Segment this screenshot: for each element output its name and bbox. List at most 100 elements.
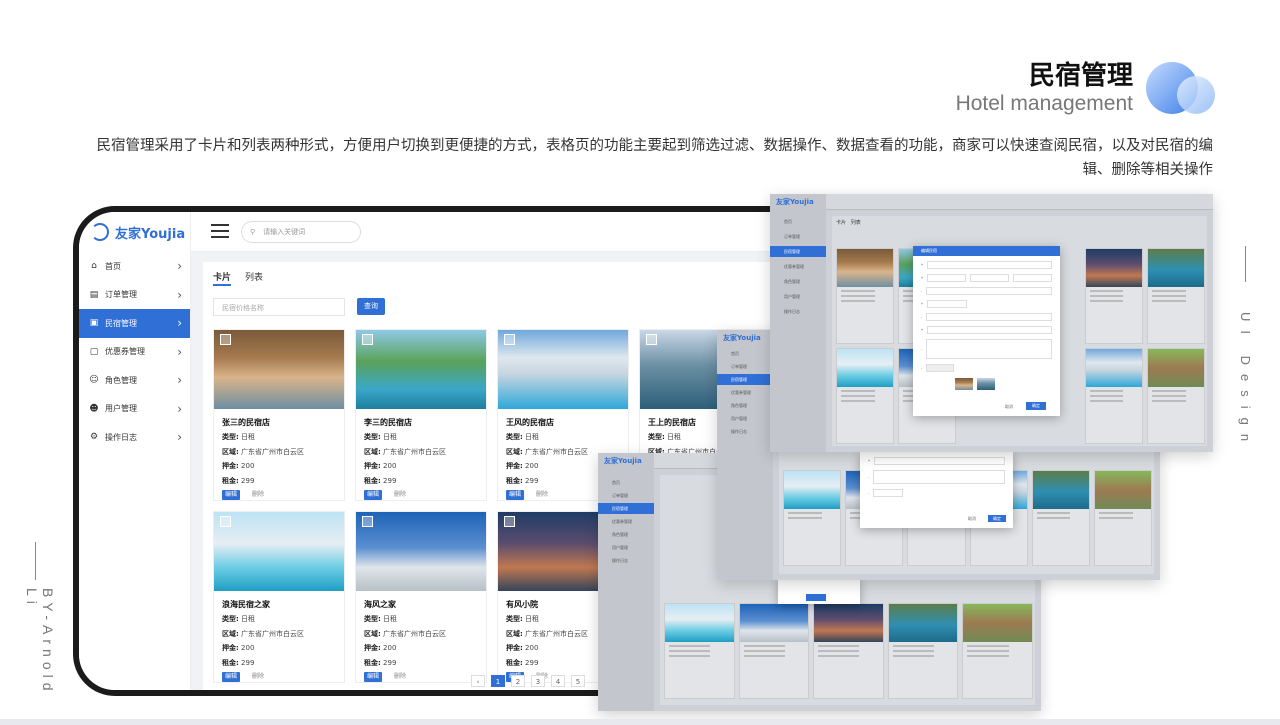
preview-topbar [770,194,1213,210]
hotel-name: 王风的民宿店 [506,418,554,427]
preview-edit-modal: 编辑民宿 * * · * · * · · 取消 确定 [913,246,1060,416]
hamburger-icon[interactable] [211,224,229,238]
hotel-image [356,330,486,409]
page-button[interactable]: 1 [491,675,505,687]
coupon-icon: ▢ [89,346,99,357]
search-input[interactable]: ⚲ 请输入关键词 [241,221,361,243]
delete-button[interactable]: 删除 [394,672,406,682]
divider [35,542,36,580]
page-button[interactable]: 4 [551,675,565,687]
hotel-deposit: 押金: 200 [364,462,397,470]
search-placeholder: 请输入关键词 [263,228,306,236]
bottom-band [0,719,1280,725]
app-logo[interactable]: 友家Youjia [79,212,190,252]
preview-confirm-button [806,594,826,601]
select-checkbox[interactable] [362,334,373,345]
screenshot-preview-1: 友家Youjia 首页 订单管理 民宿管理 优惠券管理 角色管理 用户管理 操作… [770,194,1213,452]
hotel-card[interactable]: 浪海民宿之家 类型: 日租 区域: 广东省广州市白云区 押金: 200 租金: 299 编… [213,511,345,683]
hotel-image [498,330,628,409]
preview-logo: 友家Youjia [723,334,761,342]
preview-menu-item: 订单管理 [612,493,628,498]
edit-button[interactable]: 编辑 [506,490,524,500]
page-button[interactable]: 2 [511,675,525,687]
sidebar-item-label: 优惠券管理 [105,347,145,357]
edit-button[interactable]: 编辑 [222,490,240,500]
chevron-right-icon: › [177,316,182,331]
preview-menu-item: 优惠券管理 [731,390,751,395]
hotel-card[interactable]: 张三的民宿店 类型: 日租 区域: 广东省广州市白云区 押金: 200 租金: 299 编… [213,329,345,501]
sidebar-item-2[interactable]: ▣ 民宿管理 › [79,309,190,338]
page-subtitle: Hotel management [955,92,1133,115]
preview-menu-item: 操作日志 [784,309,800,314]
edit-button[interactable]: 编辑 [364,490,382,500]
delete-button[interactable]: 删除 [252,672,264,682]
decorative-circle [1177,76,1215,114]
preview-menu-item: 民宿管理 [770,246,826,257]
topbar: ⚲ 请输入关键词 [191,212,807,252]
sidebar-item-label: 订单管理 [105,290,137,300]
select-checkbox[interactable] [646,334,657,345]
preview-menu-item: 民宿管理 [598,503,654,514]
delete-button[interactable]: 删除 [394,490,406,500]
sidebar-item-label: 首页 [105,261,121,271]
sidebar-item-label: 操作日志 [105,432,137,442]
hotel-type: 类型: 日租 [506,433,540,441]
hotel-type: 类型: 日租 [364,615,398,623]
sidebar-menu: ⌂ 首页 › ▤ 订单管理 › ▣ 民宿管理 › ▢ 优惠券管理 › ☺ 角色管理 › ☻ 用户管理 › ⚙ 操作日志… [79,252,190,452]
delete-button[interactable]: 删除 [252,490,264,500]
sidebar-item-6[interactable]: ⚙ 操作日志 › [79,423,190,452]
ui-design-label: UI Design [1238,312,1253,451]
hotel-card[interactable]: 海风之家 类型: 日租 区域: 广东省广州市白云区 押金: 200 租金: 299 编辑 删… [355,511,487,683]
tab-card[interactable]: 卡片 [213,270,232,286]
chevron-right-icon: › [177,430,182,445]
select-checkbox[interactable] [504,334,515,345]
select-checkbox[interactable] [220,516,231,527]
chevron-right-icon: › [177,287,182,302]
preview-menu-item: 用户管理 [731,416,747,421]
sidebar-item-3[interactable]: ▢ 优惠券管理 › [79,338,190,367]
edit-button[interactable]: 编辑 [222,672,240,682]
hotel-card[interactable]: 李三的民宿店 类型: 日租 区域: 广东省广州市白云区 押金: 200 租金: 299 编… [355,329,487,501]
hotel-image [356,512,486,591]
divider [1245,246,1246,282]
sidebar-item-5[interactable]: ☻ 用户管理 › [79,395,190,424]
preview-confirm-modal [778,578,860,604]
hotel-rent: 租金: 299 [364,476,397,485]
tab-list[interactable]: 列表 [245,270,263,286]
preview-menu-item: 订单管理 [784,234,800,239]
page-button[interactable]: 5 [571,675,585,687]
prev-page-button[interactable]: ‹ [471,675,485,687]
preview-menu-item: 首页 [731,351,739,356]
preview-menu-item: 角色管理 [612,532,628,537]
select-checkbox[interactable] [220,334,231,345]
sidebar-item-4[interactable]: ☺ 角色管理 › [79,366,190,395]
query-button[interactable]: 查询 [357,298,385,315]
description: 民宿管理采用了卡片和列表两种形式，方便用户切换到更便捷的方式，表格页的功能主要起… [96,138,1214,178]
sidebar-item-1[interactable]: ▤ 订单管理 › [79,281,190,310]
preview-card-grid [664,603,1033,699]
select-checkbox[interactable] [362,516,373,527]
hotel-area: 区域: 广东省广州市白云区 [364,447,447,456]
delete-button[interactable]: 删除 [536,490,548,500]
preview-menu-item: 角色管理 [784,279,800,284]
hotel-deposit: 押金: 200 [222,644,255,652]
hotel-name-input[interactable]: 民宿价格名称 [213,298,345,316]
preview-logo: 友家Youjia [776,198,814,206]
hotel-name: 海风之家 [364,600,396,609]
preview-cancel-button: 取消 [968,516,976,521]
preview-menu-item: 首页 [612,480,620,485]
hotel-type: 类型: 日租 [222,433,256,441]
sidebar-item-0[interactable]: ⌂ 首页 › [79,252,190,281]
edit-button[interactable]: 编辑 [364,672,382,682]
hotel-name: 浪海民宿之家 [222,600,270,609]
sidebar-item-label: 角色管理 [105,375,137,385]
sidebar: 友家Youjia ⌂ 首页 › ▤ 订单管理 › ▣ 民宿管理 › ▢ 优惠券管理 › ☺ 角色管理 › ☻ 用… [79,212,191,690]
preview-logo: 友家Youjia [604,457,642,465]
preview-menu-item: 操作日志 [612,558,628,563]
select-checkbox[interactable] [504,516,515,527]
hotel-rent: 租金: 299 [222,476,255,485]
page-button[interactable]: 3 [531,675,545,687]
home-icon: ⌂ [91,261,97,272]
preview-menu-item: 用户管理 [784,294,800,299]
chevron-right-icon: › [177,259,182,274]
